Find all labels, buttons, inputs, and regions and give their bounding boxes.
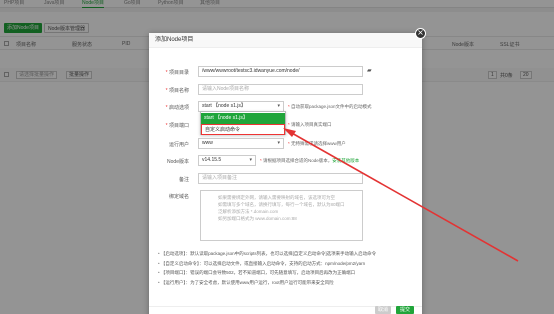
start-option-dropdown: start 【node s1.js】 自定义启动命令 <box>200 111 286 135</box>
tip-item: 【自定义启动命令】：可以选择启动文件，或直接输入启动命令，支持的启动方式：npm… <box>158 259 418 269</box>
tips-list: 【启动选项】：默认读取package.json中的scripts列表，也可以选择… <box>158 249 418 287</box>
project-name-input[interactable]: 请输入Node项目名称 <box>198 84 363 95</box>
label-port: * 项目端口 <box>165 123 189 129</box>
tip-item: 【运行用户】：为了安全考虑，默认使用www用户运行，root用户运行可能带来安全… <box>158 278 418 288</box>
domain-placeholder-line: 如另加端口格式为 www.domain.com:88 <box>218 216 297 221</box>
chevron-down-icon: ▾ <box>277 103 280 109</box>
dialog-title: 添加Node项目 <box>149 33 422 48</box>
chevron-down-icon: ▾ <box>249 157 252 163</box>
label-name: * 项目名称 <box>165 88 189 94</box>
tip-item: 【启动选项】：默认读取package.json中的scripts列表，也可以选择… <box>158 249 418 259</box>
remark-input[interactable]: 请输入项目备注 <box>198 173 363 184</box>
node-version-value: v14.15.5 <box>202 157 222 163</box>
label-start: * 启动选项 <box>165 105 189 111</box>
cancel-button[interactable]: 取消 <box>375 306 391 314</box>
node-version-hint: * 请根据项目选择合适的Node版本，安装其他版本 <box>260 158 360 163</box>
domain-placeholder-line: 泛解析添加方法 *.domain.com <box>218 209 279 214</box>
close-icon[interactable]: × <box>415 28 426 39</box>
run-user-value: www <box>202 140 213 146</box>
label-remark: 备注 <box>178 177 189 183</box>
domain-placeholder-line: 如果需要绑定外网，请输入需要映射的域名，该选项可为空 <box>218 195 335 200</box>
folder-icon[interactable]: ▰ <box>367 67 372 74</box>
port-hint: * 请输入项目真实端口 <box>288 122 332 127</box>
dropdown-option-start[interactable]: start 【node s1.js】 <box>201 113 285 124</box>
dropdown-option-custom-command[interactable]: 自定义启动命令 <box>201 124 285 135</box>
domain-placeholder-line: 如需填写多个域名，请换行填写，每行一个域名，默认为80端口 <box>218 202 345 207</box>
start-option-hint: * 自动获取package.json文件中的启动模式 <box>288 104 372 109</box>
run-user-hint: * 无特殊需求请选择www用户 <box>288 141 346 146</box>
label-domain: 绑定域名 <box>168 194 189 200</box>
run-user-select[interactable]: www ▾ <box>198 138 284 149</box>
tip-item: 【项目端口】：错误的端口会导致502，若不知道端口，可先随意填写，启动项目后再改… <box>158 268 418 278</box>
label-user: 运行用户 <box>168 142 189 148</box>
label-dir: * 项目目录 <box>165 70 189 76</box>
project-dir-input[interactable]: /www/wwwroot/testsc3.idwanyue.com/node/ <box>198 66 363 77</box>
chevron-down-icon: ▾ <box>277 140 280 146</box>
submit-button[interactable]: 提交 <box>396 306 414 314</box>
domain-textarea[interactable]: 如果需要绑定外网，请输入需要映射的域名，该选项可为空 如需填写多个域名，请换行填… <box>200 190 363 241</box>
node-version-select[interactable]: v14.15.5 ▾ <box>198 155 256 166</box>
start-option-value: start 【node s1.js】 <box>202 103 246 109</box>
install-other-version-link[interactable]: 安装其他版本 <box>332 158 359 163</box>
label-node-version: Node版本 <box>167 159 189 165</box>
